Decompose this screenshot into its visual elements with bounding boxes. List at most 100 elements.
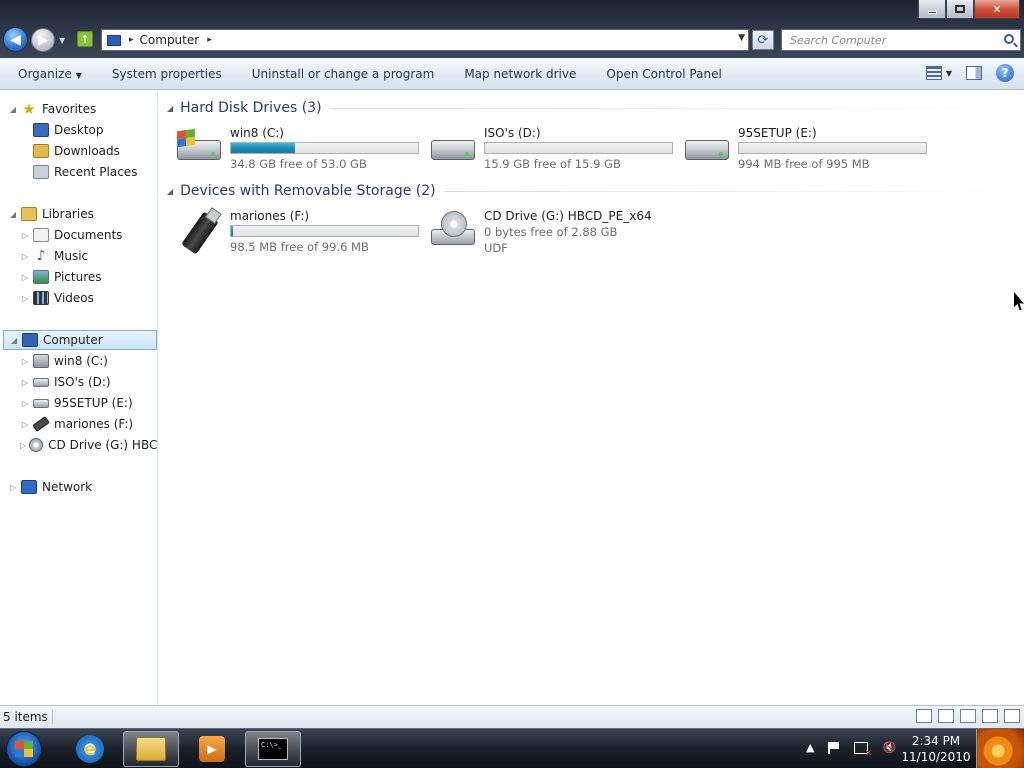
- breadcrumb-separator-icon[interactable]: ▸: [207, 35, 212, 45]
- folder-icon: [136, 737, 166, 761]
- drive-item-e[interactable]: 95SETUP (E:) 994 MB free of 995 MB: [685, 126, 935, 171]
- drive-usage-bar: [484, 142, 673, 154]
- desktop-icon: [33, 123, 49, 137]
- taskbar-command-prompt[interactable]: C:\>_: [245, 731, 301, 767]
- search-icon[interactable]: [1004, 34, 1014, 44]
- collapsed-triangle-icon[interactable]: ▷: [20, 378, 30, 387]
- uninstall-program-button[interactable]: Uninstall or change a program: [237, 67, 450, 81]
- sidebar-item-favorites[interactable]: ◢ ★ Favorites: [0, 99, 157, 119]
- item-count: 5 items: [0, 710, 53, 724]
- collapsed-triangle-icon[interactable]: ▷: [20, 357, 30, 366]
- sidebar-item-downloads[interactable]: Downloads: [0, 141, 157, 161]
- address-bar[interactable]: ▸ Computer ▸ ▼: [101, 29, 749, 51]
- sidebar-item-drive-c[interactable]: ▷ win8 (C:): [0, 351, 157, 371]
- group-header-removable-storage[interactable]: ◢ Devices with Removable Storage (2): [167, 181, 1017, 201]
- collapsed-triangle-icon[interactable]: ▷: [20, 420, 30, 429]
- sidebar-item-drive-g[interactable]: ▷ CD Drive (G:) HBCD_: [0, 435, 157, 455]
- clock-time: 2:34 PM: [911, 734, 961, 748]
- action-center-flag-icon[interactable]: [828, 741, 840, 754]
- collapsed-triangle-icon[interactable]: ▷: [20, 399, 30, 408]
- forward-button[interactable]: ▶: [31, 28, 55, 52]
- search-input[interactable]: [790, 33, 990, 47]
- group-header-hard-disk-drives[interactable]: ◢ Hard Disk Drives (3): [167, 98, 1017, 118]
- expanded-triangle-icon[interactable]: ◢: [167, 187, 173, 196]
- minimize-button[interactable]: [918, 0, 946, 19]
- address-dropdown-icon[interactable]: ▼: [738, 33, 745, 43]
- drive-free-space: 34.8 GB free of 53.0 GB: [230, 157, 367, 171]
- collapsed-triangle-icon[interactable]: ▷: [20, 231, 30, 240]
- map-network-drive-button[interactable]: Map network drive: [449, 67, 591, 81]
- collapsed-triangle-icon[interactable]: ▷: [8, 483, 18, 492]
- volume-muted-icon[interactable]: 🔇: [882, 741, 896, 754]
- usb-drive-icon: [177, 211, 223, 255]
- sidebar-item-label: mariones (F:): [54, 417, 134, 431]
- drive-item-c[interactable]: win8 (C:) 34.8 GB free of 53.0 GB: [177, 126, 427, 171]
- layout-view-icon[interactable]: [960, 709, 976, 723]
- breadcrumb-computer[interactable]: Computer: [140, 33, 200, 47]
- sidebar-item-libraries[interactable]: ◢ Libraries: [0, 204, 157, 224]
- sidebar-item-drive-e[interactable]: ▷ 95SETUP (E:): [0, 393, 157, 413]
- maximize-button[interactable]: [946, 0, 974, 19]
- collapsed-triangle-icon[interactable]: ▷: [20, 294, 30, 303]
- sidebar-item-recent-places[interactable]: Recent Places: [0, 162, 157, 182]
- system-properties-button[interactable]: System properties: [97, 67, 237, 81]
- sidebar-item-pictures[interactable]: ▷ Pictures: [0, 267, 157, 287]
- group-divider: [443, 190, 1017, 192]
- close-button[interactable]: ✕: [974, 0, 1020, 19]
- change-view-icon[interactable]: [925, 66, 942, 80]
- disc-icon: [441, 211, 467, 237]
- details-view-icon[interactable]: [916, 709, 932, 723]
- show-desktop-button[interactable]: [976, 729, 1024, 768]
- refresh-button[interactable]: ⟳: [752, 30, 774, 50]
- sidebar-item-documents[interactable]: ▷ Documents: [0, 225, 157, 245]
- sidebar-item-label: Videos: [54, 291, 94, 305]
- sidebar-item-music[interactable]: ▷ ♪ Music: [0, 246, 157, 266]
- windows-logo-icon: [15, 741, 33, 757]
- taskbar-internet-explorer[interactable]: e: [62, 731, 118, 767]
- expanded-triangle-icon[interactable]: ◢: [8, 105, 18, 114]
- sidebar-item-computer[interactable]: ◢ Computer: [3, 330, 157, 350]
- open-control-panel-button[interactable]: Open Control Panel: [591, 67, 736, 81]
- drive-name: 95SETUP (E:): [738, 126, 817, 140]
- collapsed-triangle-icon[interactable]: ▷: [20, 273, 30, 282]
- layout-split-icon[interactable]: [982, 709, 998, 723]
- content-pane: ◢ Hard Disk Drives (3) win8 (C:) 34.8 GB…: [159, 91, 1024, 705]
- start-button[interactable]: [6, 731, 42, 767]
- collapsed-triangle-icon[interactable]: ▷: [20, 252, 30, 261]
- recent-pages-dropdown[interactable]: ▼: [59, 36, 65, 45]
- drive-item-f[interactable]: mariones (F:) 98.5 MB free of 99.6 MB: [177, 209, 427, 255]
- large-icons-view-icon[interactable]: [938, 709, 954, 723]
- drive-free-space: 994 MB free of 995 MB: [738, 157, 870, 171]
- sidebar-item-label: Favorites: [42, 102, 97, 116]
- network-disconnected-icon[interactable]: [854, 741, 872, 759]
- drive-item-d[interactable]: ISO's (D:) 15.9 GB free of 15.9 GB: [431, 126, 681, 171]
- taskbar-media-player[interactable]: ▶: [184, 731, 240, 767]
- view-options-dropdown-icon[interactable]: ▼: [946, 69, 952, 78]
- drive-item-g[interactable]: CD Drive (G:) HBCD_PE_x64 0 bytes free o…: [431, 209, 681, 257]
- organize-menu[interactable]: Organize ▼: [0, 67, 97, 81]
- sidebar-item-desktop[interactable]: Desktop: [0, 120, 157, 140]
- layout-panes-icon[interactable]: [1004, 709, 1020, 723]
- preview-pane-icon[interactable]: [966, 66, 982, 80]
- drive-free-space: 98.5 MB free of 99.6 MB: [230, 240, 369, 254]
- sidebar-item-drive-d[interactable]: ▷ ISO's (D:): [0, 372, 157, 392]
- help-icon[interactable]: ?: [996, 64, 1014, 82]
- sidebar-item-network[interactable]: ▷ Network: [0, 477, 157, 497]
- search-box[interactable]: [781, 29, 1021, 51]
- collapsed-triangle-icon[interactable]: ▷: [20, 441, 26, 450]
- taskbar-clock[interactable]: 2:34 PM 11/10/2010: [900, 733, 972, 765]
- recent-places-icon: [33, 165, 49, 179]
- taskbar-windows-explorer[interactable]: [123, 731, 179, 767]
- expanded-triangle-icon[interactable]: ◢: [9, 336, 19, 345]
- expanded-triangle-icon[interactable]: ◢: [8, 210, 18, 219]
- back-button[interactable]: ◀: [3, 27, 28, 52]
- computer-icon: [107, 34, 121, 46]
- show-hidden-icons-button[interactable]: ▲: [806, 741, 814, 754]
- sidebar-item-drive-f[interactable]: ▷ mariones (F:): [0, 414, 157, 434]
- expanded-triangle-icon[interactable]: ◢: [167, 104, 173, 113]
- sidebar-item-videos[interactable]: ▷ Videos: [0, 288, 157, 308]
- breadcrumb-separator-icon[interactable]: ▸: [129, 35, 134, 45]
- sidebar-item-label: Recent Places: [54, 165, 138, 179]
- drive-free-space: 0 bytes free of 2.88 GB: [484, 225, 618, 239]
- up-folder-icon[interactable]: ↑: [77, 31, 93, 47]
